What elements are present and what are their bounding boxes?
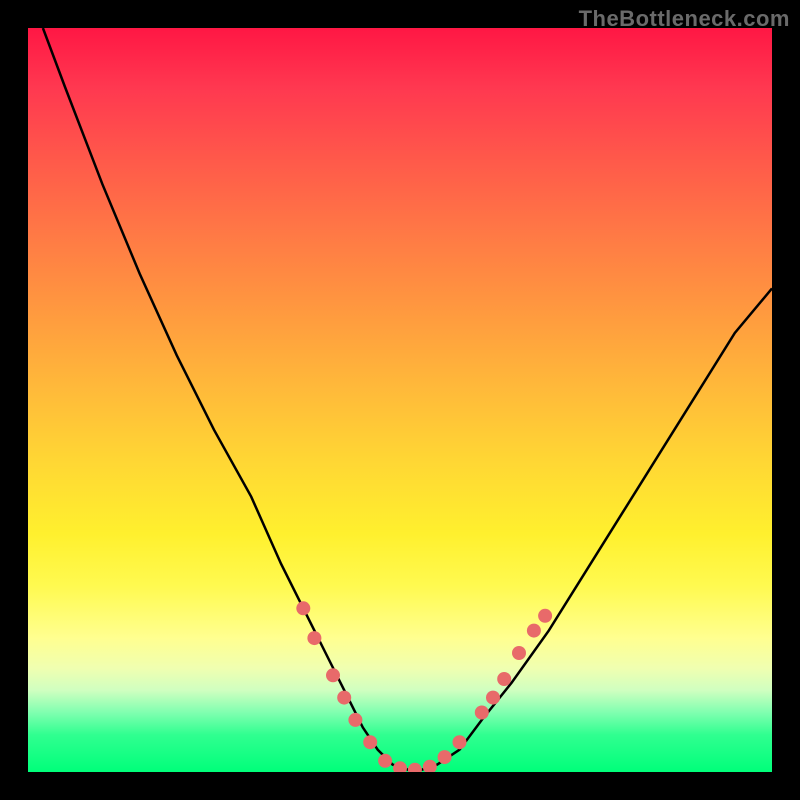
marker-point: [393, 761, 407, 772]
marker-point: [527, 624, 541, 638]
marker-point: [423, 760, 437, 772]
marker-point: [408, 763, 422, 772]
marker-point: [307, 631, 321, 645]
marker-point: [453, 735, 467, 749]
marker-point: [475, 706, 489, 720]
marker-point: [486, 691, 500, 705]
bottleneck-curve: [43, 28, 772, 772]
marker-point: [497, 672, 511, 686]
chart-plot-area: [28, 28, 772, 772]
marker-point: [363, 735, 377, 749]
marker-point: [438, 750, 452, 764]
marker-point: [348, 713, 362, 727]
chart-svg: [28, 28, 772, 772]
watermark-text: TheBottleneck.com: [579, 6, 790, 32]
marker-point: [378, 754, 392, 768]
curve-markers: [296, 601, 552, 772]
marker-point: [296, 601, 310, 615]
marker-point: [512, 646, 526, 660]
marker-point: [538, 609, 552, 623]
marker-point: [326, 668, 340, 682]
marker-point: [337, 691, 351, 705]
